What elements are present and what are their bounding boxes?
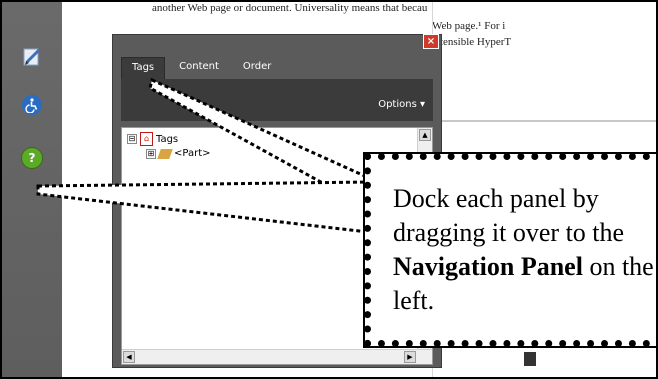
callout-emphasis: Navigation Panel	[393, 252, 583, 281]
callout-text: Dock each panel by dragging it over to t…	[393, 182, 656, 318]
screenshot-frame: ? another Web page or document. Universa…	[0, 0, 658, 379]
pointer-to-navigation-panel	[36, 180, 374, 234]
callout-text-part: Dock each panel by dragging it over to t…	[393, 184, 625, 247]
callout-box: Dock each panel by dragging it over to t…	[363, 152, 656, 348]
